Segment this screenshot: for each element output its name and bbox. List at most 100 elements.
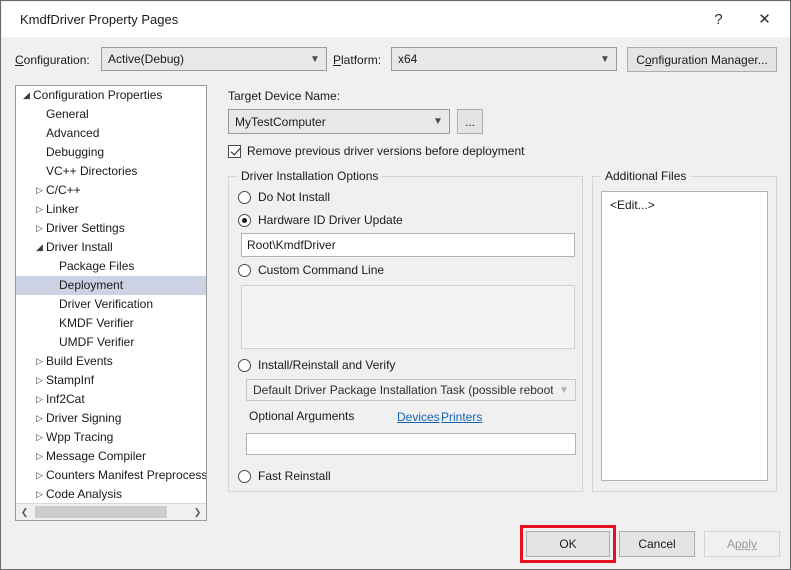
tree-item-label: Debugging <box>46 145 105 159</box>
platform-label: Platform: <box>333 53 382 67</box>
tree-item-c-c[interactable]: ▷ C/C++ <box>16 181 206 200</box>
tree-item-driver-settings[interactable]: ▷ Driver Settings <box>16 219 206 238</box>
chevron-right-icon[interactable]: ▷ <box>33 219 46 238</box>
tree-item-vc-directories[interactable]: VC++ Directories <box>16 162 206 181</box>
tree-item-label: Inf2Cat <box>46 392 85 406</box>
tree-item-deployment[interactable]: Deployment <box>16 276 206 295</box>
tree-item-inf2cat[interactable]: ▷ Inf2Cat <box>16 390 206 409</box>
additional-files-edit-item[interactable]: <Edit...> <box>602 192 767 212</box>
tree-item-label: Code Analysis <box>46 487 123 501</box>
tree-item-stampinf[interactable]: ▷ StampInf <box>16 371 206 390</box>
checkbox-icon <box>228 144 241 158</box>
chevron-right-icon[interactable]: ▷ <box>33 447 46 466</box>
tree-item-label: Package Files <box>59 259 135 273</box>
chevron-down-icon: ▼ <box>310 53 320 65</box>
tree-item-label: Counters Manifest Preprocessor <box>46 468 206 482</box>
tree-item-counters-manifest-preprocessor[interactable]: ▷ Counters Manifest Preprocessor <box>16 466 206 485</box>
radio-icon <box>238 469 251 483</box>
tree-item-driver-install[interactable]: ◢ Driver Install <box>16 238 206 257</box>
printers-link[interactable]: Printers <box>441 410 482 424</box>
tree-item-label: Deployment <box>59 278 124 292</box>
property-pages-dialog: KmdfDriver Property Pages ? ✕ Configurat… <box>0 0 791 570</box>
ok-button[interactable]: OK <box>526 531 610 557</box>
radio-install-reinstall-and-verify[interactable]: Install/Reinstall and Verify <box>238 358 395 372</box>
configuration-manager-button[interactable]: Configuration Manager... <box>627 47 777 72</box>
tree-item-label: UMDF Verifier <box>59 335 135 349</box>
tree-item-kmdf-verifier[interactable]: KMDF Verifier <box>16 314 206 333</box>
scroll-left-icon[interactable]: ❮ <box>16 504 33 520</box>
tree-item-debugging[interactable]: Debugging <box>16 143 206 162</box>
tree-item-build-events[interactable]: ▷ Build Events <box>16 352 206 371</box>
hardware-id-input[interactable]: Root\KmdfDriver <box>241 233 575 257</box>
tree-item-label: C/C++ <box>46 183 81 197</box>
tree-item-label: General <box>46 107 89 121</box>
help-button[interactable]: ? <box>696 3 741 36</box>
cancel-button[interactable]: Cancel <box>619 531 695 557</box>
optional-arguments-label: Optional Arguments <box>249 409 355 423</box>
radio-icon-selected <box>238 213 251 227</box>
tree-item-code-analysis[interactable]: ▷ Code Analysis <box>16 485 206 502</box>
radio-fast-reinstall[interactable]: Fast Reinstall <box>238 469 331 483</box>
tree-item-general[interactable]: General <box>16 105 206 124</box>
question-mark-icon: ? <box>714 11 723 28</box>
tree-item-configuration-properties[interactable]: ◢ Configuration Properties <box>16 86 206 105</box>
tree-item-label: Driver Settings <box>46 221 125 235</box>
chevron-right-icon[interactable]: ▷ <box>33 200 46 219</box>
chevron-right-icon[interactable]: ▷ <box>33 390 46 409</box>
title-bar: KmdfDriver Property Pages ? ✕ <box>2 2 790 37</box>
tree-item-label: Driver Signing <box>46 411 122 425</box>
apply-button: Apply <box>704 531 780 557</box>
chevron-right-icon[interactable]: ▷ <box>33 352 46 371</box>
chevron-down-icon[interactable]: ◢ <box>33 238 46 257</box>
properties-tree-panel: ◢ Configuration Properties General Advanced… <box>15 85 207 521</box>
tree-item-message-compiler[interactable]: ▷ Message Compiler <box>16 447 206 466</box>
chevron-right-icon[interactable]: ▷ <box>33 371 46 390</box>
chevron-right-icon[interactable]: ▷ <box>33 466 46 485</box>
radio-hardware-id-driver-update[interactable]: Hardware ID Driver Update <box>238 213 403 227</box>
chevron-down-icon: ▼ <box>433 116 443 127</box>
hardware-id-value: Root\KmdfDriver <box>247 238 336 252</box>
tree-item-label: KMDF Verifier <box>59 316 134 330</box>
chevron-down-icon[interactable]: ◢ <box>20 86 33 105</box>
chevron-right-icon[interactable]: ▷ <box>33 409 46 428</box>
remove-previous-versions-checkbox[interactable]: Remove previous driver versions before d… <box>228 144 524 158</box>
tree-item-label: Message Compiler <box>46 449 147 463</box>
properties-tree[interactable]: ◢ Configuration Properties General Advanced… <box>16 86 206 502</box>
tree-horizontal-scrollbar[interactable]: ❮ ❯ <box>16 503 206 520</box>
installation-task-dropdown[interactable]: Default Driver Package Installation Task… <box>246 379 576 401</box>
target-device-name-dropdown[interactable]: MyTestComputer ▼ <box>228 109 450 134</box>
scroll-right-icon[interactable]: ❯ <box>189 504 206 520</box>
tree-item-wpp-tracing[interactable]: ▷ Wpp Tracing <box>16 428 206 447</box>
radio-custom-command-line[interactable]: Custom Command Line <box>238 263 384 277</box>
configuration-dropdown[interactable]: Active(Debug) ▼ <box>101 47 327 71</box>
ellipsis-icon: ... <box>464 114 475 129</box>
tree-item-advanced[interactable]: Advanced <box>16 124 206 143</box>
tree-item-driver-signing[interactable]: ▷ Driver Signing <box>16 409 206 428</box>
installation-task-value: Default Driver Package Installation Task… <box>253 383 553 397</box>
radio-install-reinstall-label: Install/Reinstall and Verify <box>258 358 396 372</box>
close-button[interactable]: ✕ <box>742 3 787 36</box>
chevron-right-icon[interactable]: ▷ <box>33 181 46 200</box>
chevron-right-icon[interactable]: ▷ <box>33 485 46 502</box>
configuration-label: Configuration: <box>15 53 90 67</box>
additional-files-list[interactable]: <Edit...> <box>601 191 768 481</box>
devices-link[interactable]: Devices <box>397 410 440 424</box>
tree-item-package-files[interactable]: Package Files <box>16 257 206 276</box>
radio-do-not-install[interactable]: Do Not Install <box>238 190 330 204</box>
scrollbar-thumb[interactable] <box>35 506 167 518</box>
custom-command-line-textarea[interactable] <box>241 285 575 349</box>
radio-icon <box>238 358 251 372</box>
tree-item-label: Linker <box>46 202 79 216</box>
tree-item-label: StampInf <box>46 373 95 387</box>
platform-dropdown[interactable]: x64 ▼ <box>391 47 617 71</box>
tree-item-linker[interactable]: ▷ Linker <box>16 200 206 219</box>
tree-item-driver-verification[interactable]: Driver Verification <box>16 295 206 314</box>
browse-button[interactable]: ... <box>457 109 483 134</box>
tree-item-label: Build Events <box>46 354 113 368</box>
tree-item-umdf-verifier[interactable]: UMDF Verifier <box>16 333 206 352</box>
chevron-right-icon[interactable]: ▷ <box>33 428 46 447</box>
platform-value: x64 <box>398 52 418 66</box>
optional-arguments-input[interactable] <box>246 433 576 455</box>
chevron-down-icon: ▼ <box>600 53 610 65</box>
radio-icon <box>238 263 251 277</box>
